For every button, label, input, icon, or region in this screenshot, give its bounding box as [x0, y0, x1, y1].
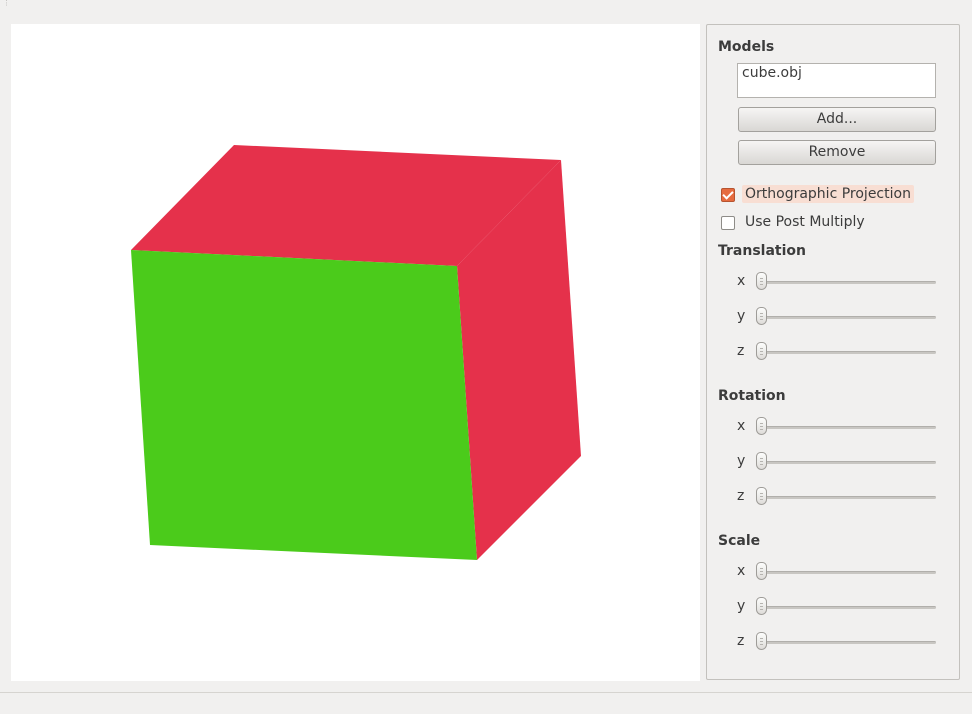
- rotation-x-slider-row: x: [727, 416, 941, 438]
- handle-grip-icon: [760, 423, 763, 430]
- translation-x-slider-row: x: [727, 271, 941, 293]
- add-model-button[interactable]: Add...: [738, 107, 936, 132]
- remove-model-button[interactable]: Remove: [738, 140, 936, 165]
- cube-front-face: [131, 250, 477, 560]
- scale-z-slider-handle[interactable]: [756, 632, 767, 650]
- translation-x-slider-handle[interactable]: [756, 272, 767, 290]
- scale-z-label: z: [737, 633, 745, 649]
- model-list[interactable]: cube.obj: [737, 63, 936, 98]
- handle-grip-icon: [760, 603, 763, 610]
- model-list-item[interactable]: cube.obj: [742, 65, 802, 81]
- scale-y-slider-handle[interactable]: [756, 597, 767, 615]
- rotation-title: Rotation: [718, 388, 786, 404]
- handle-grip-icon: [760, 493, 763, 500]
- rotation-z-slider-handle[interactable]: [756, 487, 767, 505]
- rotation-y-slider-handle[interactable]: [756, 452, 767, 470]
- rotation-z-slider-row: z: [727, 486, 941, 508]
- orthographic-projection-checkbox[interactable]: [721, 188, 735, 202]
- translation-y-track[interactable]: [758, 316, 936, 319]
- post-multiply-checkbox[interactable]: [721, 216, 735, 230]
- handle-grip-icon: [760, 568, 763, 575]
- scale-x-slider-row: x: [727, 561, 941, 583]
- render-viewport[interactable]: [11, 24, 700, 681]
- translation-x-track[interactable]: [758, 281, 936, 284]
- scale-y-label: y: [737, 598, 746, 614]
- handle-grip-icon: [760, 348, 763, 355]
- scale-x-label: x: [737, 563, 746, 579]
- translation-y-slider-handle[interactable]: [756, 307, 767, 325]
- rotation-z-track[interactable]: [758, 496, 936, 499]
- handle-grip-icon: [760, 458, 763, 465]
- scale-y-track[interactable]: [758, 606, 936, 609]
- rotation-x-label: x: [737, 418, 746, 434]
- post-multiply-label[interactable]: Use Post Multiply: [742, 213, 868, 231]
- translation-z-label: z: [737, 343, 745, 359]
- scale-y-slider-row: y: [727, 596, 941, 618]
- rotation-x-slider-handle[interactable]: [756, 417, 767, 435]
- translation-title: Translation: [718, 243, 806, 259]
- translation-z-track[interactable]: [758, 351, 936, 354]
- rotation-z-label: z: [737, 488, 745, 504]
- status-bar: [0, 692, 972, 714]
- handle-grip-icon: [760, 638, 763, 645]
- rotation-y-track[interactable]: [758, 461, 936, 464]
- orthographic-projection-label[interactable]: Orthographic Projection: [742, 185, 914, 203]
- handle-grip-icon: [760, 313, 763, 320]
- translation-x-label: x: [737, 273, 746, 289]
- scale-x-slider-handle[interactable]: [756, 562, 767, 580]
- toolbar-grip-icon[interactable]: ⋮: [3, 0, 10, 10]
- control-panel: Models cube.obj Add... Remove Orthograph…: [706, 24, 960, 680]
- scale-z-slider-row: z: [727, 631, 941, 653]
- rotation-x-track[interactable]: [758, 426, 936, 429]
- scale-title: Scale: [718, 533, 761, 549]
- handle-grip-icon: [760, 278, 763, 285]
- models-title: Models: [718, 39, 775, 55]
- translation-y-label: y: [737, 308, 746, 324]
- checkmark-icon: [722, 188, 734, 200]
- rotation-y-label: y: [737, 453, 746, 469]
- main-window: ⋮ Models cube.obj Add... Remove Orthogra…: [0, 0, 972, 714]
- scale-z-track[interactable]: [758, 641, 936, 644]
- translation-z-slider-handle[interactable]: [756, 342, 767, 360]
- scale-x-track[interactable]: [758, 571, 936, 574]
- cube-render: [131, 145, 581, 560]
- translation-y-slider-row: y: [727, 306, 941, 328]
- rotation-y-slider-row: y: [727, 451, 941, 473]
- translation-z-slider-row: z: [727, 341, 941, 363]
